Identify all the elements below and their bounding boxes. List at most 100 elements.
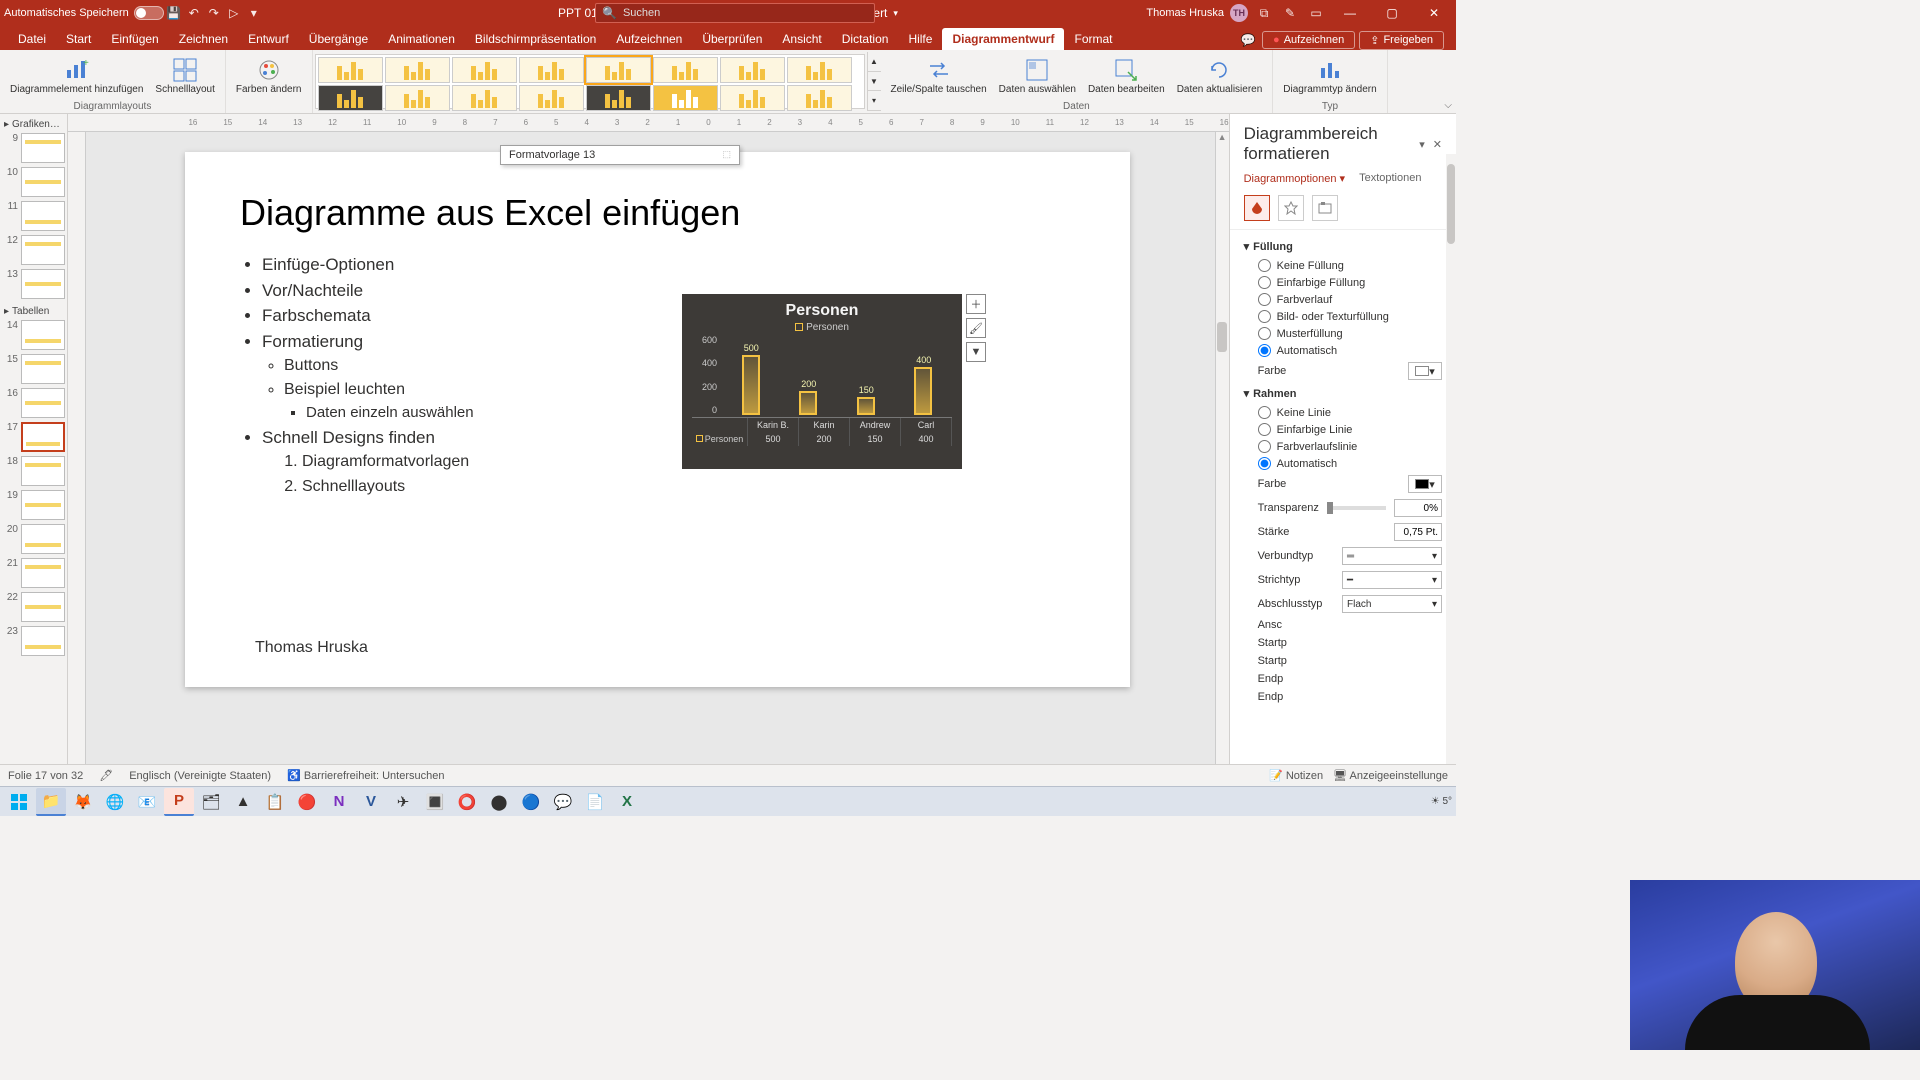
chart-style-13[interactable] [586, 85, 651, 111]
thumb-15[interactable]: 15 [2, 354, 65, 384]
notes-toggle[interactable]: 📝 Notizen [1269, 769, 1323, 782]
effects-tab-icon[interactable] [1278, 195, 1304, 221]
fill-color-picker[interactable]: ▾ [1408, 362, 1442, 380]
save-icon[interactable]: 💾 [164, 3, 184, 23]
thumb-14[interactable]: 14 [2, 320, 65, 350]
chart-style-9[interactable] [318, 85, 383, 111]
record-button[interactable]: ●Aufzeichnen [1262, 31, 1355, 49]
pane-scrollbar[interactable] [1446, 154, 1456, 764]
tab-überprüfen[interactable]: Überprüfen [692, 28, 772, 50]
line-auto-option[interactable]: Automatisch [1244, 455, 1442, 472]
accessibility-status[interactable]: Barrierefreiheit: Untersuchen [304, 770, 445, 782]
search-input[interactable] [623, 7, 868, 19]
fill-auto-option[interactable]: Automatisch [1244, 342, 1442, 359]
line-gradient-option[interactable]: Farbverlaufslinie [1244, 438, 1442, 455]
fill-pattern-option[interactable]: Musterfüllung [1244, 325, 1442, 342]
chart-filter-icon[interactable]: ▼ [966, 342, 986, 362]
thumb-12[interactable]: 12 [2, 235, 65, 265]
tab-chart-options[interactable]: Diagrammoptionen ▾ [1244, 172, 1346, 185]
tab-hilfe[interactable]: Hilfe [898, 28, 942, 50]
change-chart-type-button[interactable]: Diagrammtyp ändern [1279, 56, 1380, 97]
taskbar-app9-icon[interactable]: 📄 [580, 788, 610, 816]
cap-combo[interactable]: Flach▾ [1342, 595, 1442, 613]
taskbar-firefox-icon[interactable]: 🦊 [68, 788, 98, 816]
fill-none-option[interactable]: Keine Füllung [1244, 257, 1442, 274]
taskbar-explorer-icon[interactable]: 📁 [36, 788, 66, 816]
taskbar-app5-icon[interactable]: ⭕ [452, 788, 482, 816]
quick-layout-button[interactable]: Schnelllayout [151, 56, 218, 97]
start-button[interactable] [4, 788, 34, 816]
display-settings[interactable]: 🖥 Anzeigeeinstellunge [1333, 769, 1448, 782]
thumb-20[interactable]: 20 [2, 524, 65, 554]
transparency-input[interactable] [1394, 499, 1442, 517]
thumbnail-rail[interactable]: ▸ Grafiken… 910111213 ▸ Tabellen 1415161… [0, 114, 68, 764]
thumb-16[interactable]: 16 [2, 388, 65, 418]
thumb-23[interactable]: 23 [2, 626, 65, 656]
chart-add-element-icon[interactable]: ＋ [966, 294, 986, 314]
autosave-toggle[interactable]: Automatisches Speichern [4, 6, 164, 20]
thumb-9[interactable]: 9 [2, 133, 65, 163]
taskbar-app-icon[interactable]: 🗂 [196, 788, 226, 816]
thumb-11[interactable]: 11 [2, 201, 65, 231]
taskbar-app7-icon[interactable]: 🔵 [516, 788, 546, 816]
fill-solid-option[interactable]: Einfarbige Füllung [1244, 274, 1442, 291]
thumb-18[interactable]: 18 [2, 456, 65, 486]
close-button[interactable]: ✕ [1416, 0, 1452, 26]
fill-gradient-option[interactable]: Farbverlauf [1244, 291, 1442, 308]
taskbar-vlc-icon[interactable]: ▲ [228, 788, 258, 816]
fill-picture-option[interactable]: Bild- oder Texturfüllung [1244, 308, 1442, 325]
tab-dictation[interactable]: Dictation [832, 28, 899, 50]
dash-combo[interactable]: ━▾ [1342, 571, 1442, 589]
chart-style-12[interactable] [519, 85, 584, 111]
tab-animationen[interactable]: Animationen [378, 28, 465, 50]
chart-style-gallery[interactable] [315, 54, 865, 109]
share-button[interactable]: ⇪Freigeben [1359, 31, 1444, 50]
chart-style-7[interactable] [720, 57, 785, 83]
present-icon[interactable]: ▷ [224, 3, 244, 23]
chart-style-5[interactable] [586, 57, 651, 83]
select-data-button[interactable]: Daten auswählen [995, 56, 1080, 97]
compound-combo[interactable]: ═▾ [1342, 547, 1442, 565]
width-input[interactable] [1394, 523, 1442, 541]
chart[interactable]: Personen Personen 6004002000 50020015040… [682, 294, 962, 469]
thumb-section-tables[interactable]: ▸ Tabellen [2, 303, 65, 320]
taskbar-app8-icon[interactable]: 💬 [548, 788, 578, 816]
tab-einfügen[interactable]: Einfügen [101, 28, 168, 50]
taskbar-app6-icon[interactable]: ⬤ [484, 788, 514, 816]
refresh-data-button[interactable]: Daten aktualisieren [1173, 56, 1267, 97]
tab-datei[interactable]: Datei [8, 28, 56, 50]
tab-format[interactable]: Format [1064, 28, 1122, 50]
chart-styles-icon[interactable]: 🖌 [966, 318, 986, 338]
taskbar-tray[interactable]: ☀ 5° [1431, 796, 1452, 807]
chart-style-8[interactable] [787, 57, 852, 83]
editor-scrollbar[interactable]: ▲ [1215, 132, 1229, 764]
redo-icon[interactable]: ↷ [204, 3, 224, 23]
tab-bildschirmpräsentation[interactable]: Bildschirmpräsentation [465, 28, 606, 50]
tab-aufzeichnen[interactable]: Aufzeichnen [606, 28, 692, 50]
chart-style-16[interactable] [787, 85, 852, 111]
search-box[interactable]: 🔍 [595, 3, 875, 23]
line-color-picker[interactable]: ▾ [1408, 475, 1442, 493]
border-section[interactable]: ▾ Rahmen [1244, 383, 1442, 404]
avatar[interactable]: TH [1230, 4, 1248, 22]
line-solid-option[interactable]: Einfarbige Linie [1244, 421, 1442, 438]
taskbar-chrome-icon[interactable]: 🌐 [100, 788, 130, 816]
taskbar-visio-icon[interactable]: V [356, 788, 386, 816]
fill-section[interactable]: ▾ Füllung [1244, 236, 1442, 257]
maximize-button[interactable]: ▢ [1374, 0, 1410, 26]
taskbar-powerpoint-icon[interactable]: P [164, 788, 194, 816]
thumb-19[interactable]: 19 [2, 490, 65, 520]
tab-zeichnen[interactable]: Zeichnen [169, 28, 238, 50]
tab-diagrammentwurf[interactable]: Diagrammentwurf [942, 28, 1064, 50]
draw-mode-icon[interactable]: ✎ [1280, 3, 1300, 23]
gallery-scroll[interactable]: ▲▼▾ [867, 52, 881, 111]
taskbar-app4-icon[interactable]: 🔳 [420, 788, 450, 816]
chart-style-14[interactable] [653, 85, 718, 111]
taskbar-outlook-icon[interactable]: 📧 [132, 788, 162, 816]
taskbar-onenote-icon[interactable]: N [324, 788, 354, 816]
collapse-ribbon-icon[interactable]: ⌵ [1444, 100, 1452, 111]
slide-area[interactable]: Diagramme aus Excel einfügen Einfüge-Opt… [86, 132, 1228, 764]
transparency-slider[interactable] [1327, 506, 1386, 510]
chart-style-10[interactable] [385, 85, 450, 111]
minimize-button[interactable]: — [1332, 0, 1368, 26]
